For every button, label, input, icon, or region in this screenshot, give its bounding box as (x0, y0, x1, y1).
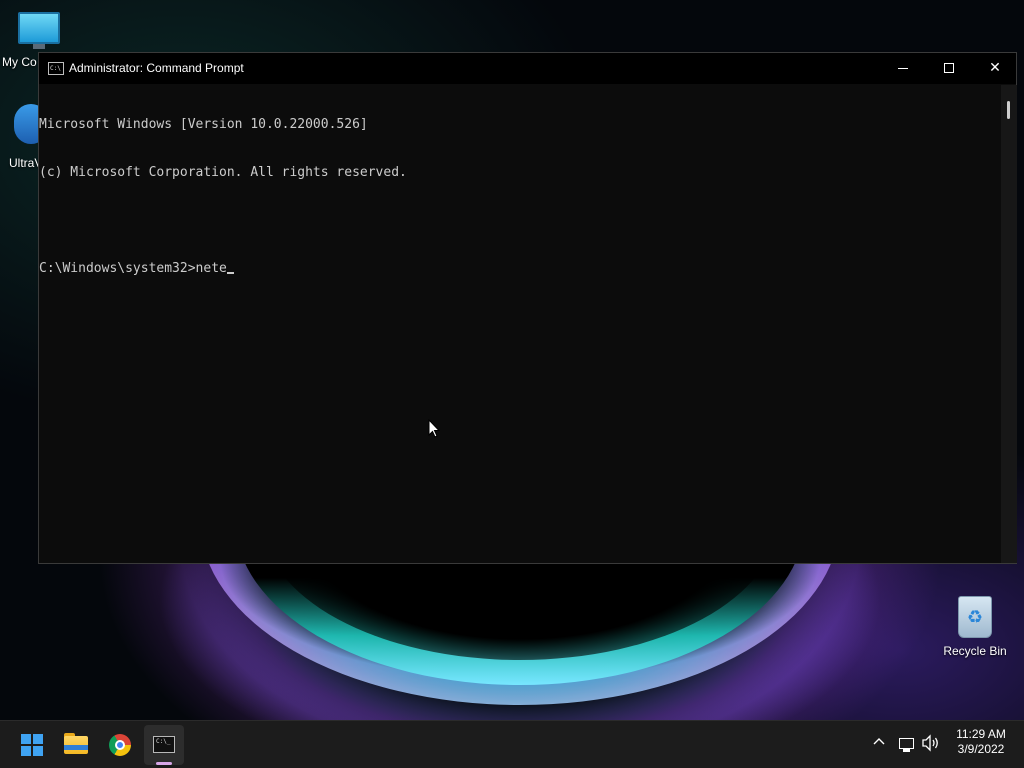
speaker-icon (922, 734, 938, 752)
text-cursor (226, 272, 234, 274)
maximize-icon (944, 63, 954, 73)
vertical-scrollbar[interactable] (1001, 85, 1017, 563)
close-button[interactable]: ✕ (972, 53, 1018, 84)
network-monitor-icon (899, 738, 914, 749)
chrome-icon-center (115, 740, 125, 750)
recycle-bin-icon: ♻ (958, 596, 992, 638)
console-input-line[interactable]: C:\Windows\system32>nete (39, 261, 1001, 277)
console-line: Microsoft Windows [Version 10.0.22000.52… (39, 117, 368, 132)
network-monitor-stand (903, 749, 910, 752)
network-icon[interactable] (897, 734, 917, 754)
maximize-button[interactable] (926, 53, 972, 84)
monitor-icon (18, 12, 60, 44)
show-hidden-icons-chevron-icon[interactable] (870, 734, 888, 754)
taskbar-file-explorer[interactable] (56, 725, 96, 765)
desktop-icon-label: Recycle Bin (943, 644, 1007, 658)
monitor-stand (33, 44, 45, 49)
scrollbar-thumb[interactable] (1007, 101, 1010, 119)
desktop-icon-label: UltraV (9, 156, 43, 170)
console-line: (c) Microsoft Corporation. All rights re… (39, 165, 407, 180)
clock-date: 3/9/2022 (957, 742, 1005, 756)
volume-icon[interactable] (920, 734, 942, 754)
minimize-button[interactable] (880, 53, 926, 84)
minimize-icon (898, 67, 908, 69)
window-title: Administrator: Command Prompt (69, 61, 244, 75)
close-icon: ✕ (989, 60, 1001, 76)
windows-start-icon (21, 734, 43, 756)
window-titlebar[interactable]: C:\ Administrator: Command Prompt ✕ (39, 53, 1016, 84)
cmd-app-icon[interactable]: C:\ (48, 62, 64, 75)
start-button[interactable] (12, 725, 52, 765)
active-app-indicator (156, 762, 172, 765)
taskbar-command-prompt[interactable]: C:\_ (144, 725, 184, 765)
cmd-icon: C:\_ (153, 736, 175, 753)
console-prompt: C:\Windows\system32> (39, 261, 196, 276)
desktop-icon-recycle-bin[interactable]: ♻ Recycle Bin (938, 596, 1012, 658)
clock-time: 11:29 AM (956, 727, 1006, 741)
console-input[interactable]: nete (196, 261, 227, 276)
folder-icon-band (64, 745, 88, 750)
taskbar-clock[interactable]: 11:29 AM 3/9/2022 (946, 727, 1016, 757)
recycle-symbol-icon: ♻ (966, 607, 984, 627)
mouse-pointer-icon (428, 419, 440, 438)
chevron-up-icon (873, 738, 885, 745)
command-prompt-window[interactable]: C:\ Administrator: Command Prompt ✕ Micr… (38, 52, 1017, 564)
desktop-icon-ultraviewer[interactable]: UltraV (0, 104, 48, 170)
taskbar-chrome[interactable] (100, 725, 140, 765)
console-output[interactable]: Microsoft Windows [Version 10.0.22000.52… (39, 85, 1001, 563)
